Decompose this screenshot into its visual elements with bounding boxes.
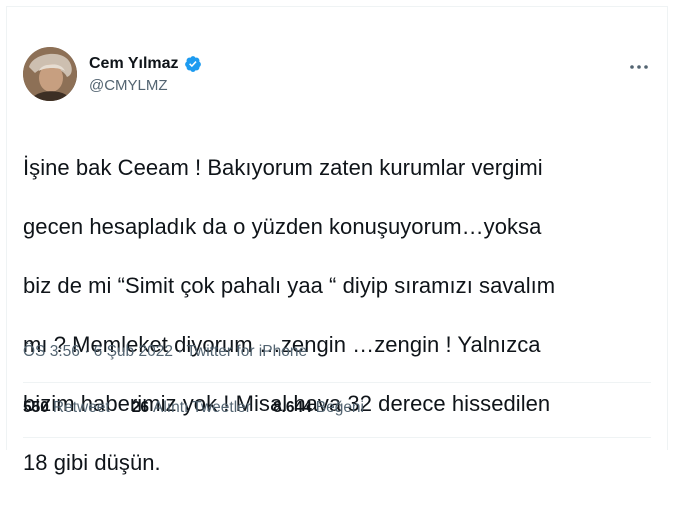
tweet-line: İşine bak Ceeam ! Bakıyorum zaten kuruml… [23,154,543,180]
tweet-text: İşine bak Ceeam ! Bakıyorum zaten kuruml… [23,123,659,507]
retweets-count: 550 [23,399,49,416]
meta-separator: · [79,343,94,360]
likes-stat[interactable]: 8.644 Beğeni [273,399,364,417]
more-options-icon[interactable] [627,57,651,77]
tweet-line: gecen hesapladık da o yüzden konuşuyorum… [23,213,542,239]
display-name[interactable]: Cem Yılmaz [89,55,179,73]
engagement-stats: 550 Retweet 26 Alıntı Tweetler 8.644 Beğeni [23,399,386,417]
tweet-line: biz de mi “Simit çok pahalı yaa “ diyip … [23,272,556,298]
verified-badge-icon [184,55,202,73]
tweet-card: Cem Yılmaz @CMYLMZ İşine bak Ceeam ! Bak… [6,6,668,475]
divider [23,382,651,383]
author-block: Cem Yılmaz @CMYLMZ [89,53,202,94]
tweet-time[interactable]: ÖS 3:56 [23,343,80,360]
tweet-date[interactable]: 6 Şub 2022 [94,343,173,360]
meta-separator: · [172,343,187,360]
likes-label: Beğeni [315,399,364,416]
quotes-count: 26 [131,399,149,416]
retweets-label: Retweet [52,399,110,416]
divider [23,437,651,438]
profile-photo-icon [23,47,77,101]
quotes-stat[interactable]: 26 Alıntı Tweetler [132,399,251,417]
likes-count: 8.644 [272,399,312,416]
handle[interactable]: @CMYLMZ [89,77,202,94]
quotes-label: Alıntı Tweetler [153,399,251,416]
tweet-line: 18 gibi düşün. [23,449,161,475]
tweet-source-link[interactable]: Twitter for iPhone [186,343,307,360]
retweets-stat[interactable]: 550 Retweet [23,399,110,417]
tweet-meta: ÖS 3:56 · 6 Şub 2022 · Twitter for iPhon… [23,343,307,361]
avatar[interactable] [23,47,77,101]
